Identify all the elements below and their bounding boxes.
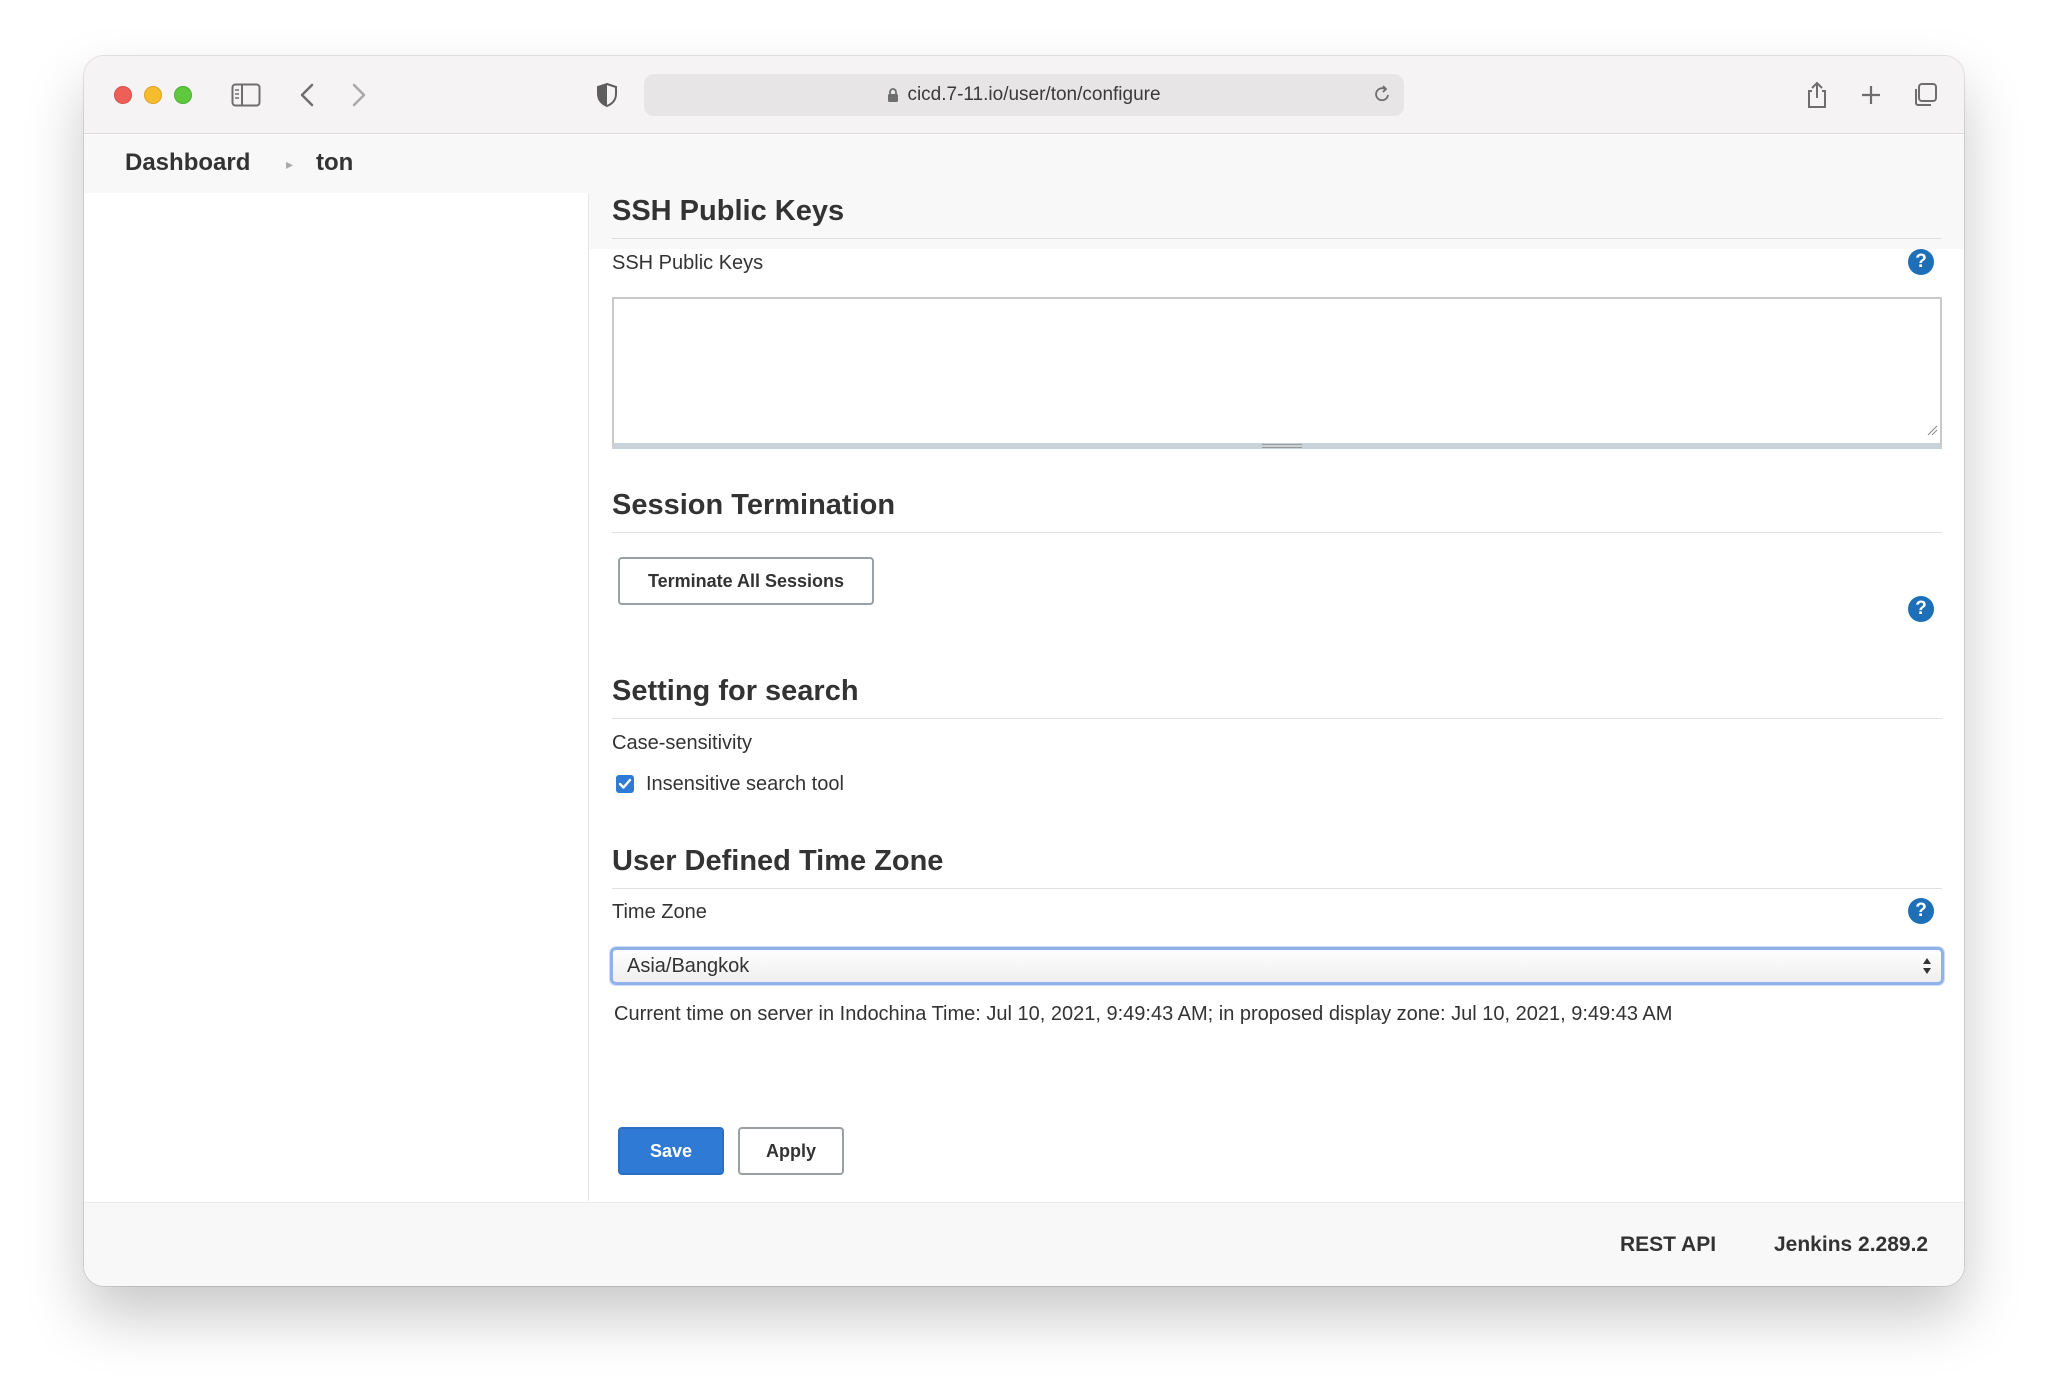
case-sensitivity-label: Case-sensitivity (612, 732, 753, 754)
breadcrumb-item-ton[interactable]: ton (316, 138, 353, 188)
checkmark-icon (618, 778, 632, 789)
timezone-section-title: User Defined Time Zone (612, 845, 1942, 889)
configure-form: SSH Public Keys SSH Public Keys ? Sessio… (610, 193, 1944, 1201)
breadcrumb-separator-icon: ▸ (286, 156, 294, 172)
minimize-window-button[interactable] (144, 86, 162, 104)
insensitive-search-checkbox[interactable] (616, 775, 634, 793)
save-button[interactable]: Save (618, 1127, 724, 1175)
side-panel (84, 193, 589, 1201)
ssh-help-icon[interactable]: ? (1908, 249, 1934, 275)
back-icon[interactable] (292, 76, 322, 114)
timezone-label: Time Zone (612, 901, 707, 923)
timezone-current-time: Current time on server in Indochina Time… (614, 1003, 1673, 1025)
sidebar-toggle-icon[interactable] (228, 76, 264, 114)
ssh-section-title: SSH Public Keys (612, 195, 1942, 239)
forward-icon[interactable] (344, 76, 374, 114)
rest-api-link[interactable]: REST API (1620, 1233, 1716, 1257)
privacy-shield-icon[interactable] (592, 76, 622, 114)
browser-window: cicd.7-11.io/user/ton/configure Dashboar… (84, 56, 1964, 1286)
page-footer: REST API Jenkins 2.289.2 (84, 1202, 1964, 1286)
apply-button[interactable]: Apply (738, 1127, 844, 1175)
address-bar[interactable]: cicd.7-11.io/user/ton/configure (644, 74, 1404, 116)
search-section-title: Setting for search (612, 675, 1942, 719)
terminate-sessions-button[interactable]: Terminate All Sessions (618, 557, 874, 605)
browser-titlebar: cicd.7-11.io/user/ton/configure (84, 56, 1964, 134)
timezone-selected-value: Asia/Bangkok (627, 954, 750, 977)
close-window-button[interactable] (114, 86, 132, 104)
timezone-select[interactable]: Asia/Bangkok (610, 947, 1944, 985)
session-help-icon[interactable]: ? (1908, 596, 1934, 622)
textarea-drag-handle[interactable] (1262, 444, 1302, 448)
select-arrows-icon (1921, 955, 1933, 983)
tab-overview-icon[interactable] (1910, 76, 1940, 114)
lock-icon (887, 87, 899, 103)
ssh-keys-label: SSH Public Keys (612, 252, 764, 274)
reload-icon[interactable] (1372, 83, 1392, 111)
breadcrumb-item-dashboard[interactable]: Dashboard (125, 138, 250, 188)
resize-handle-icon[interactable] (1926, 423, 1938, 441)
insensitive-search-label[interactable]: Insensitive search tool (646, 773, 844, 796)
url-text: cicd.7-11.io/user/ton/configure (907, 84, 1161, 105)
jenkins-version-link[interactable]: Jenkins 2.289.2 (1774, 1233, 1928, 1257)
share-icon[interactable] (1802, 76, 1832, 114)
session-section-title: Session Termination (612, 489, 1942, 533)
ssh-keys-textarea[interactable] (612, 297, 1942, 449)
new-tab-icon[interactable] (1856, 76, 1886, 114)
zoom-window-button[interactable] (174, 86, 192, 104)
timezone-help-icon[interactable]: ? (1908, 898, 1934, 924)
